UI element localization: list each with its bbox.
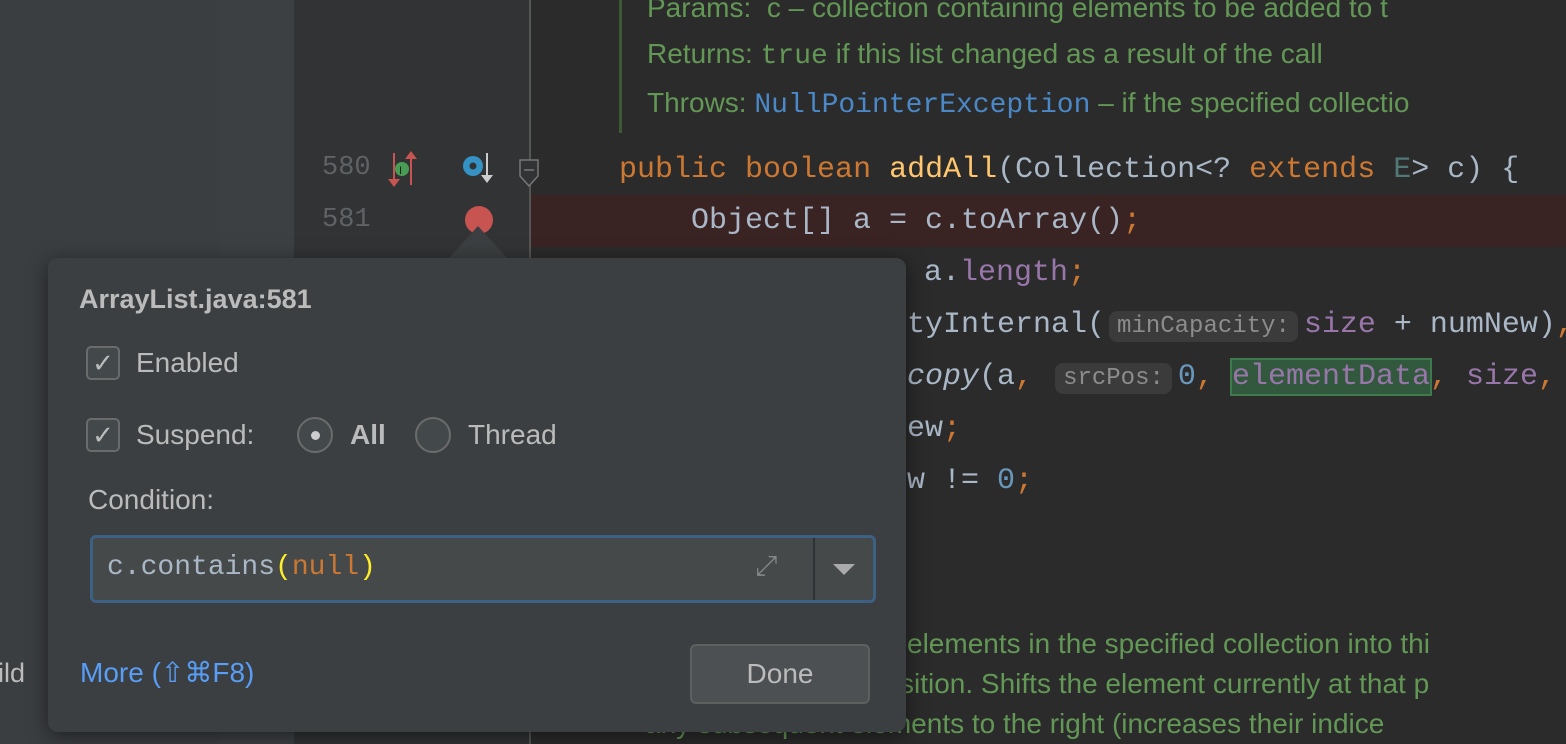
- svg-text:I: I: [399, 165, 402, 177]
- param-hint: minCapacity:: [1109, 311, 1298, 342]
- condition-label: Condition:: [88, 484, 215, 515]
- condition-input[interactable]: c.contains(null) ⤢: [90, 535, 876, 603]
- implements-overrides-icon[interactable]: I: [388, 151, 420, 187]
- suspend-all-radio[interactable]: [297, 417, 333, 453]
- chevron-down-icon[interactable]: [833, 564, 855, 575]
- line-number: 580: [322, 153, 371, 183]
- code-line-584: copy(a, srcPos: 0, elementData, size,: [907, 358, 1557, 396]
- doc-line: sition. Shifts the element currently at …: [900, 668, 1430, 699]
- suspend-thread-radio[interactable]: [415, 417, 451, 453]
- code-line-581: Object[] a = c.toArray();: [619, 204, 1142, 238]
- breakpoint-popup: ArrayList.java:581 ✓ Enabled ✓ Suspend: …: [48, 258, 906, 732]
- suspend-all-label: All: [350, 419, 386, 450]
- exception-link[interactable]: NullPointerException: [754, 90, 1090, 121]
- panel-label-partial[interactable]: ild: [0, 658, 25, 689]
- doc-comment-bar: [619, 0, 622, 133]
- suspend-thread-label: Thread: [468, 419, 557, 450]
- doc-params: Params: c – collection containing elemen…: [647, 0, 1388, 23]
- enabled-checkbox[interactable]: ✓: [86, 346, 120, 380]
- doc-throws: Throws: NullPointerException – if the sp…: [647, 87, 1410, 121]
- code-line-583: tyInternal(minCapacity:size + numNew),: [907, 308, 1566, 342]
- code-line-585: ew;: [907, 412, 962, 446]
- code-line-586: w != 0;: [907, 464, 1034, 498]
- param-hint: srcPos:: [1055, 363, 1172, 394]
- enabled-label: Enabled: [136, 347, 239, 378]
- expand-icon[interactable]: ⤢: [755, 550, 777, 583]
- doc-line: elements in the specified collection int…: [907, 628, 1430, 659]
- done-button[interactable]: Done: [690, 644, 870, 704]
- fold-icon[interactable]: [518, 158, 542, 190]
- highlighted-usage: elementData: [1229, 358, 1432, 396]
- doc-returns: Returns: true if this list changed as a …: [647, 38, 1323, 72]
- overridden-method-icon[interactable]: [462, 151, 496, 185]
- more-link[interactable]: More (⇧⌘F8): [80, 656, 254, 689]
- code-line-582: a.length;: [924, 256, 1087, 290]
- popup-title: ArrayList.java:581: [79, 284, 312, 314]
- popup-pointer: [448, 226, 508, 259]
- code-line-580: public boolean addAll(Collection<? exten…: [619, 153, 1520, 187]
- suspend-label: Suspend:: [136, 419, 255, 450]
- line-number: 581: [322, 205, 371, 235]
- suspend-checkbox[interactable]: ✓: [86, 418, 120, 452]
